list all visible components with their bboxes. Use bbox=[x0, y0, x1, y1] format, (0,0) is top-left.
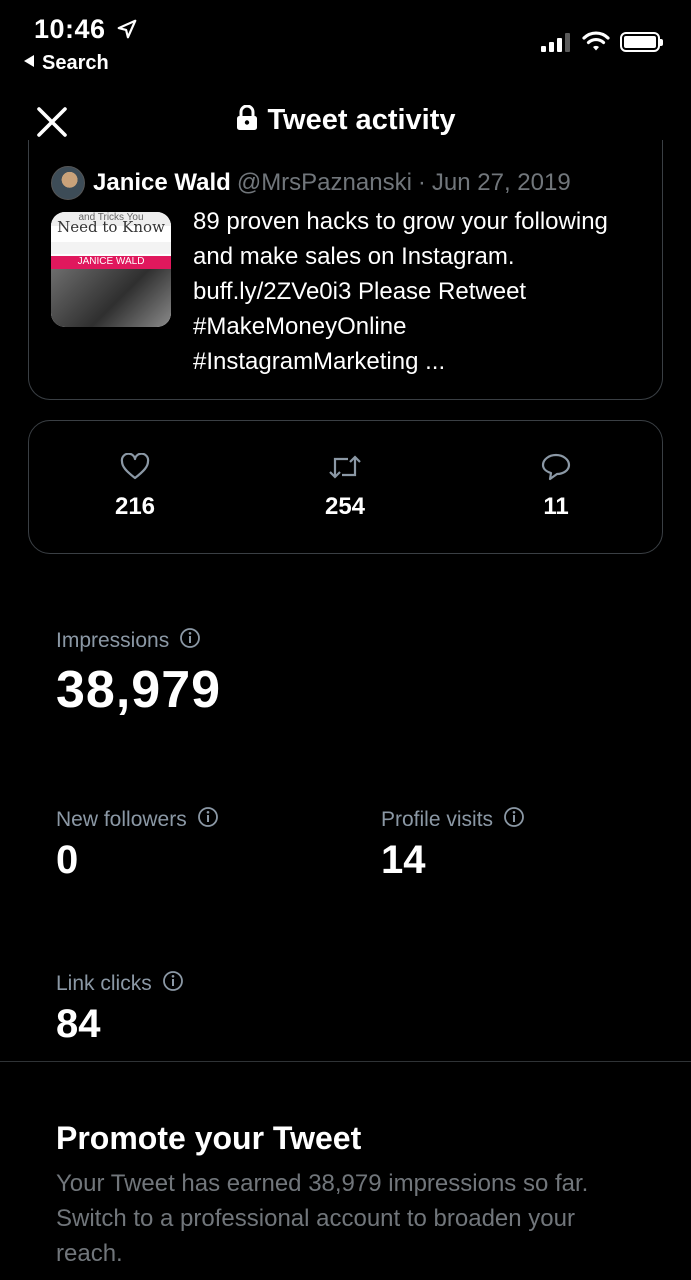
status-time: 10:46 bbox=[34, 14, 106, 44]
profile-visits-value: 14 bbox=[381, 838, 426, 882]
likes-stat: 216 bbox=[75, 451, 195, 521]
battery-icon bbox=[620, 32, 663, 52]
tweet-text: 89 proven hacks to grow your following a… bbox=[193, 204, 653, 379]
back-to-search-button[interactable]: Search bbox=[24, 52, 109, 75]
heart-icon bbox=[75, 451, 195, 483]
replies-stat: 11 bbox=[496, 451, 616, 521]
location-arrow-icon bbox=[116, 18, 138, 45]
tweet-author-handle: @MrsPaznanski bbox=[236, 169, 412, 196]
promote-body: Your Tweet has earned 38,979 impressions… bbox=[56, 1166, 656, 1271]
replies-count: 11 bbox=[543, 493, 569, 520]
promote-body-line: Your Tweet has earned 38,979 impressions… bbox=[56, 1170, 589, 1197]
tweet-preview-card[interactable]: Janice Wald @MrsPaznanski · Jun 27, 2019… bbox=[28, 140, 663, 400]
retweets-stat: 254 bbox=[285, 451, 405, 521]
thumbnail-author-band: JANICE WALD bbox=[51, 256, 171, 269]
profile-visits-label-text: Profile visits bbox=[381, 808, 494, 831]
likes-count: 216 bbox=[114, 493, 156, 520]
new-followers-label-text: New followers bbox=[56, 808, 187, 831]
tweet-date-separator: · bbox=[417, 169, 426, 196]
info-icon[interactable] bbox=[162, 970, 184, 998]
thumbnail-photo bbox=[51, 269, 171, 327]
lock-icon bbox=[235, 104, 259, 139]
impressions-label-text: Impressions bbox=[56, 629, 170, 652]
wifi-icon bbox=[582, 30, 610, 57]
profile-visits-label: Profile visits bbox=[381, 806, 525, 834]
link-clicks-label-text: Link clicks bbox=[56, 972, 152, 995]
new-followers-label: New followers bbox=[56, 806, 219, 834]
info-icon[interactable] bbox=[179, 627, 201, 655]
tweet-link[interactable]: buff.ly/2ZVe0i3 Please Retweet bbox=[193, 274, 653, 309]
avatar bbox=[51, 166, 85, 200]
new-followers-value: 0 bbox=[56, 838, 79, 882]
back-search-label: Search bbox=[42, 52, 109, 74]
page-title: Tweet activity bbox=[0, 104, 691, 139]
tweet-author-name: Janice Wald bbox=[93, 169, 231, 196]
reply-icon bbox=[496, 451, 616, 483]
thumbnail-subtitle-band bbox=[51, 242, 171, 254]
tweet-text-line: and make sales on Instagram. bbox=[193, 243, 515, 270]
engagement-card: 216 254 11 bbox=[28, 420, 663, 554]
tweet-header: Janice Wald @MrsPaznanski · Jun 27, 2019 bbox=[51, 166, 571, 200]
link-clicks-value: 84 bbox=[56, 1002, 101, 1046]
signal-icon bbox=[541, 32, 570, 52]
back-triangle-icon bbox=[24, 55, 34, 67]
page-title-text: Tweet activity bbox=[267, 104, 456, 136]
impressions-label: Impressions bbox=[56, 627, 201, 655]
info-icon[interactable] bbox=[503, 806, 525, 834]
retweets-count: 254 bbox=[324, 493, 366, 520]
retweet-icon bbox=[285, 451, 405, 483]
tweet-hashtag[interactable]: #InstagramMarketing ... bbox=[193, 344, 653, 379]
link-clicks-label: Link clicks bbox=[56, 970, 184, 998]
tweet-hashtag[interactable]: #MakeMoneyOnline bbox=[193, 309, 653, 344]
tweet-text-line: 89 proven hacks to grow your following bbox=[193, 208, 608, 235]
section-divider bbox=[0, 1061, 691, 1062]
promote-body-line: Switch to a professional account to broa… bbox=[56, 1205, 575, 1232]
tweet-date: Jun 27, 2019 bbox=[431, 169, 571, 196]
tweet-media-thumbnail[interactable]: and Tricks You Need to Know JANICE WALD bbox=[51, 212, 171, 327]
promote-title: Promote your Tweet bbox=[56, 1120, 362, 1156]
status-bar: 10:46 Search bbox=[0, 0, 691, 80]
info-icon[interactable] bbox=[197, 806, 219, 834]
impressions-value: 38,979 bbox=[56, 661, 222, 719]
promote-body-line: reach. bbox=[56, 1240, 123, 1267]
thumbnail-title: Need to Know bbox=[57, 218, 165, 236]
